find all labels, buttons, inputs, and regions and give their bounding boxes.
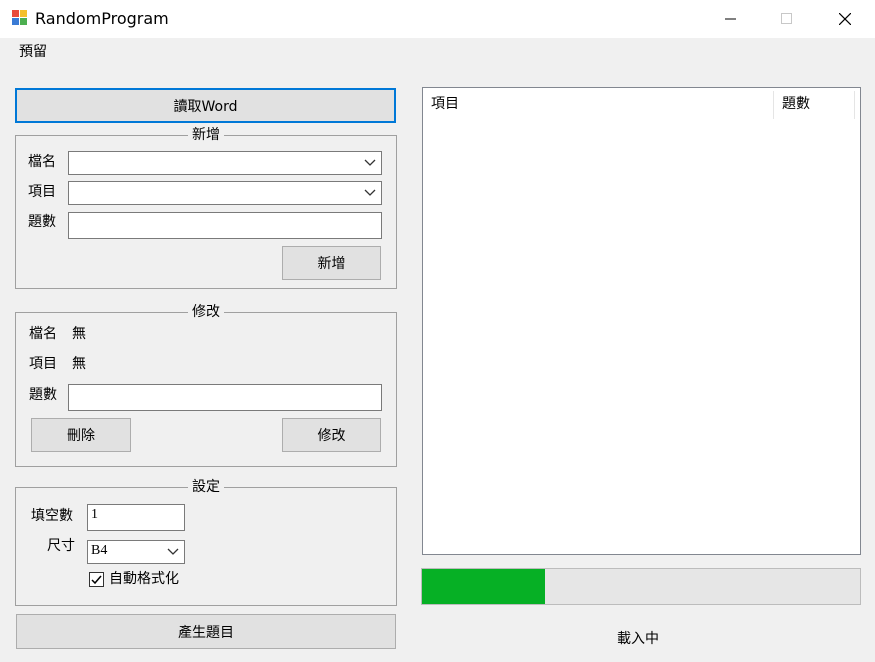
app-icon bbox=[12, 10, 29, 27]
chevron-down-icon bbox=[364, 159, 376, 166]
add-count-label: 題數 bbox=[28, 214, 56, 230]
loading-progress-bar bbox=[421, 568, 861, 605]
edit-item-value: 無 bbox=[72, 356, 86, 372]
chevron-down-icon bbox=[167, 548, 179, 555]
edit-count-input[interactable] bbox=[68, 384, 382, 411]
chevron-down-icon bbox=[364, 189, 376, 196]
close-icon bbox=[839, 13, 851, 25]
read-word-button[interactable]: 讀取Word bbox=[15, 88, 396, 123]
delete-button[interactable]: 刪除 bbox=[31, 418, 131, 452]
blanks-value: 1 bbox=[91, 507, 98, 522]
maximize-icon bbox=[781, 13, 792, 24]
add-count-input[interactable] bbox=[68, 212, 382, 239]
column-divider[interactable] bbox=[854, 91, 855, 119]
read-word-button-label: 讀取Word bbox=[173, 98, 238, 115]
column-header-item[interactable]: 項目 bbox=[423, 88, 773, 120]
menu-item-reserved[interactable]: 預留 bbox=[19, 43, 47, 61]
add-button-label: 新增 bbox=[317, 256, 346, 272]
checkmark-icon bbox=[91, 575, 102, 585]
edit-button[interactable]: 修改 bbox=[282, 418, 381, 452]
edit-item-label: 項目 bbox=[29, 356, 57, 372]
settings-group-title: 設定 bbox=[188, 479, 224, 495]
close-button[interactable] bbox=[818, 0, 872, 38]
autoformat-label[interactable]: 自動格式化 bbox=[109, 570, 179, 588]
blanks-input[interactable]: 1 bbox=[87, 504, 185, 531]
column-header-count[interactable]: 題數 bbox=[774, 88, 854, 120]
status-text: 載入中 bbox=[617, 631, 659, 647]
autoformat-checkbox[interactable] bbox=[89, 572, 104, 587]
add-file-label: 檔名 bbox=[28, 154, 56, 170]
size-label: 尺寸 bbox=[47, 538, 75, 554]
generate-questions-button-label: 產生題目 bbox=[178, 624, 234, 641]
edit-file-label: 檔名 bbox=[29, 326, 57, 342]
add-file-combo[interactable] bbox=[68, 151, 382, 175]
size-combo[interactable]: B4 bbox=[87, 540, 185, 564]
window-title: RandomProgram bbox=[35, 9, 169, 28]
maximize-button[interactable] bbox=[760, 0, 814, 38]
progress-fill bbox=[422, 569, 545, 604]
blanks-label: 填空數 bbox=[31, 508, 73, 524]
add-item-label: 項目 bbox=[28, 184, 56, 200]
add-item-combo[interactable] bbox=[68, 181, 382, 205]
add-group-title: 新增 bbox=[188, 127, 224, 143]
size-value: B4 bbox=[91, 543, 108, 558]
add-button[interactable]: 新增 bbox=[282, 246, 381, 280]
edit-group-title: 修改 bbox=[188, 304, 224, 320]
minimize-button[interactable] bbox=[704, 0, 758, 38]
edit-file-value: 無 bbox=[72, 326, 86, 342]
items-list-view[interactable]: 項目 題數 bbox=[422, 87, 861, 555]
edit-button-label: 修改 bbox=[317, 428, 346, 444]
minimize-icon bbox=[725, 18, 736, 20]
delete-button-label: 刪除 bbox=[67, 428, 95, 444]
edit-count-label: 題數 bbox=[29, 387, 57, 403]
generate-questions-button[interactable]: 產生題目 bbox=[16, 614, 396, 649]
list-header: 項目 題數 bbox=[423, 88, 860, 120]
